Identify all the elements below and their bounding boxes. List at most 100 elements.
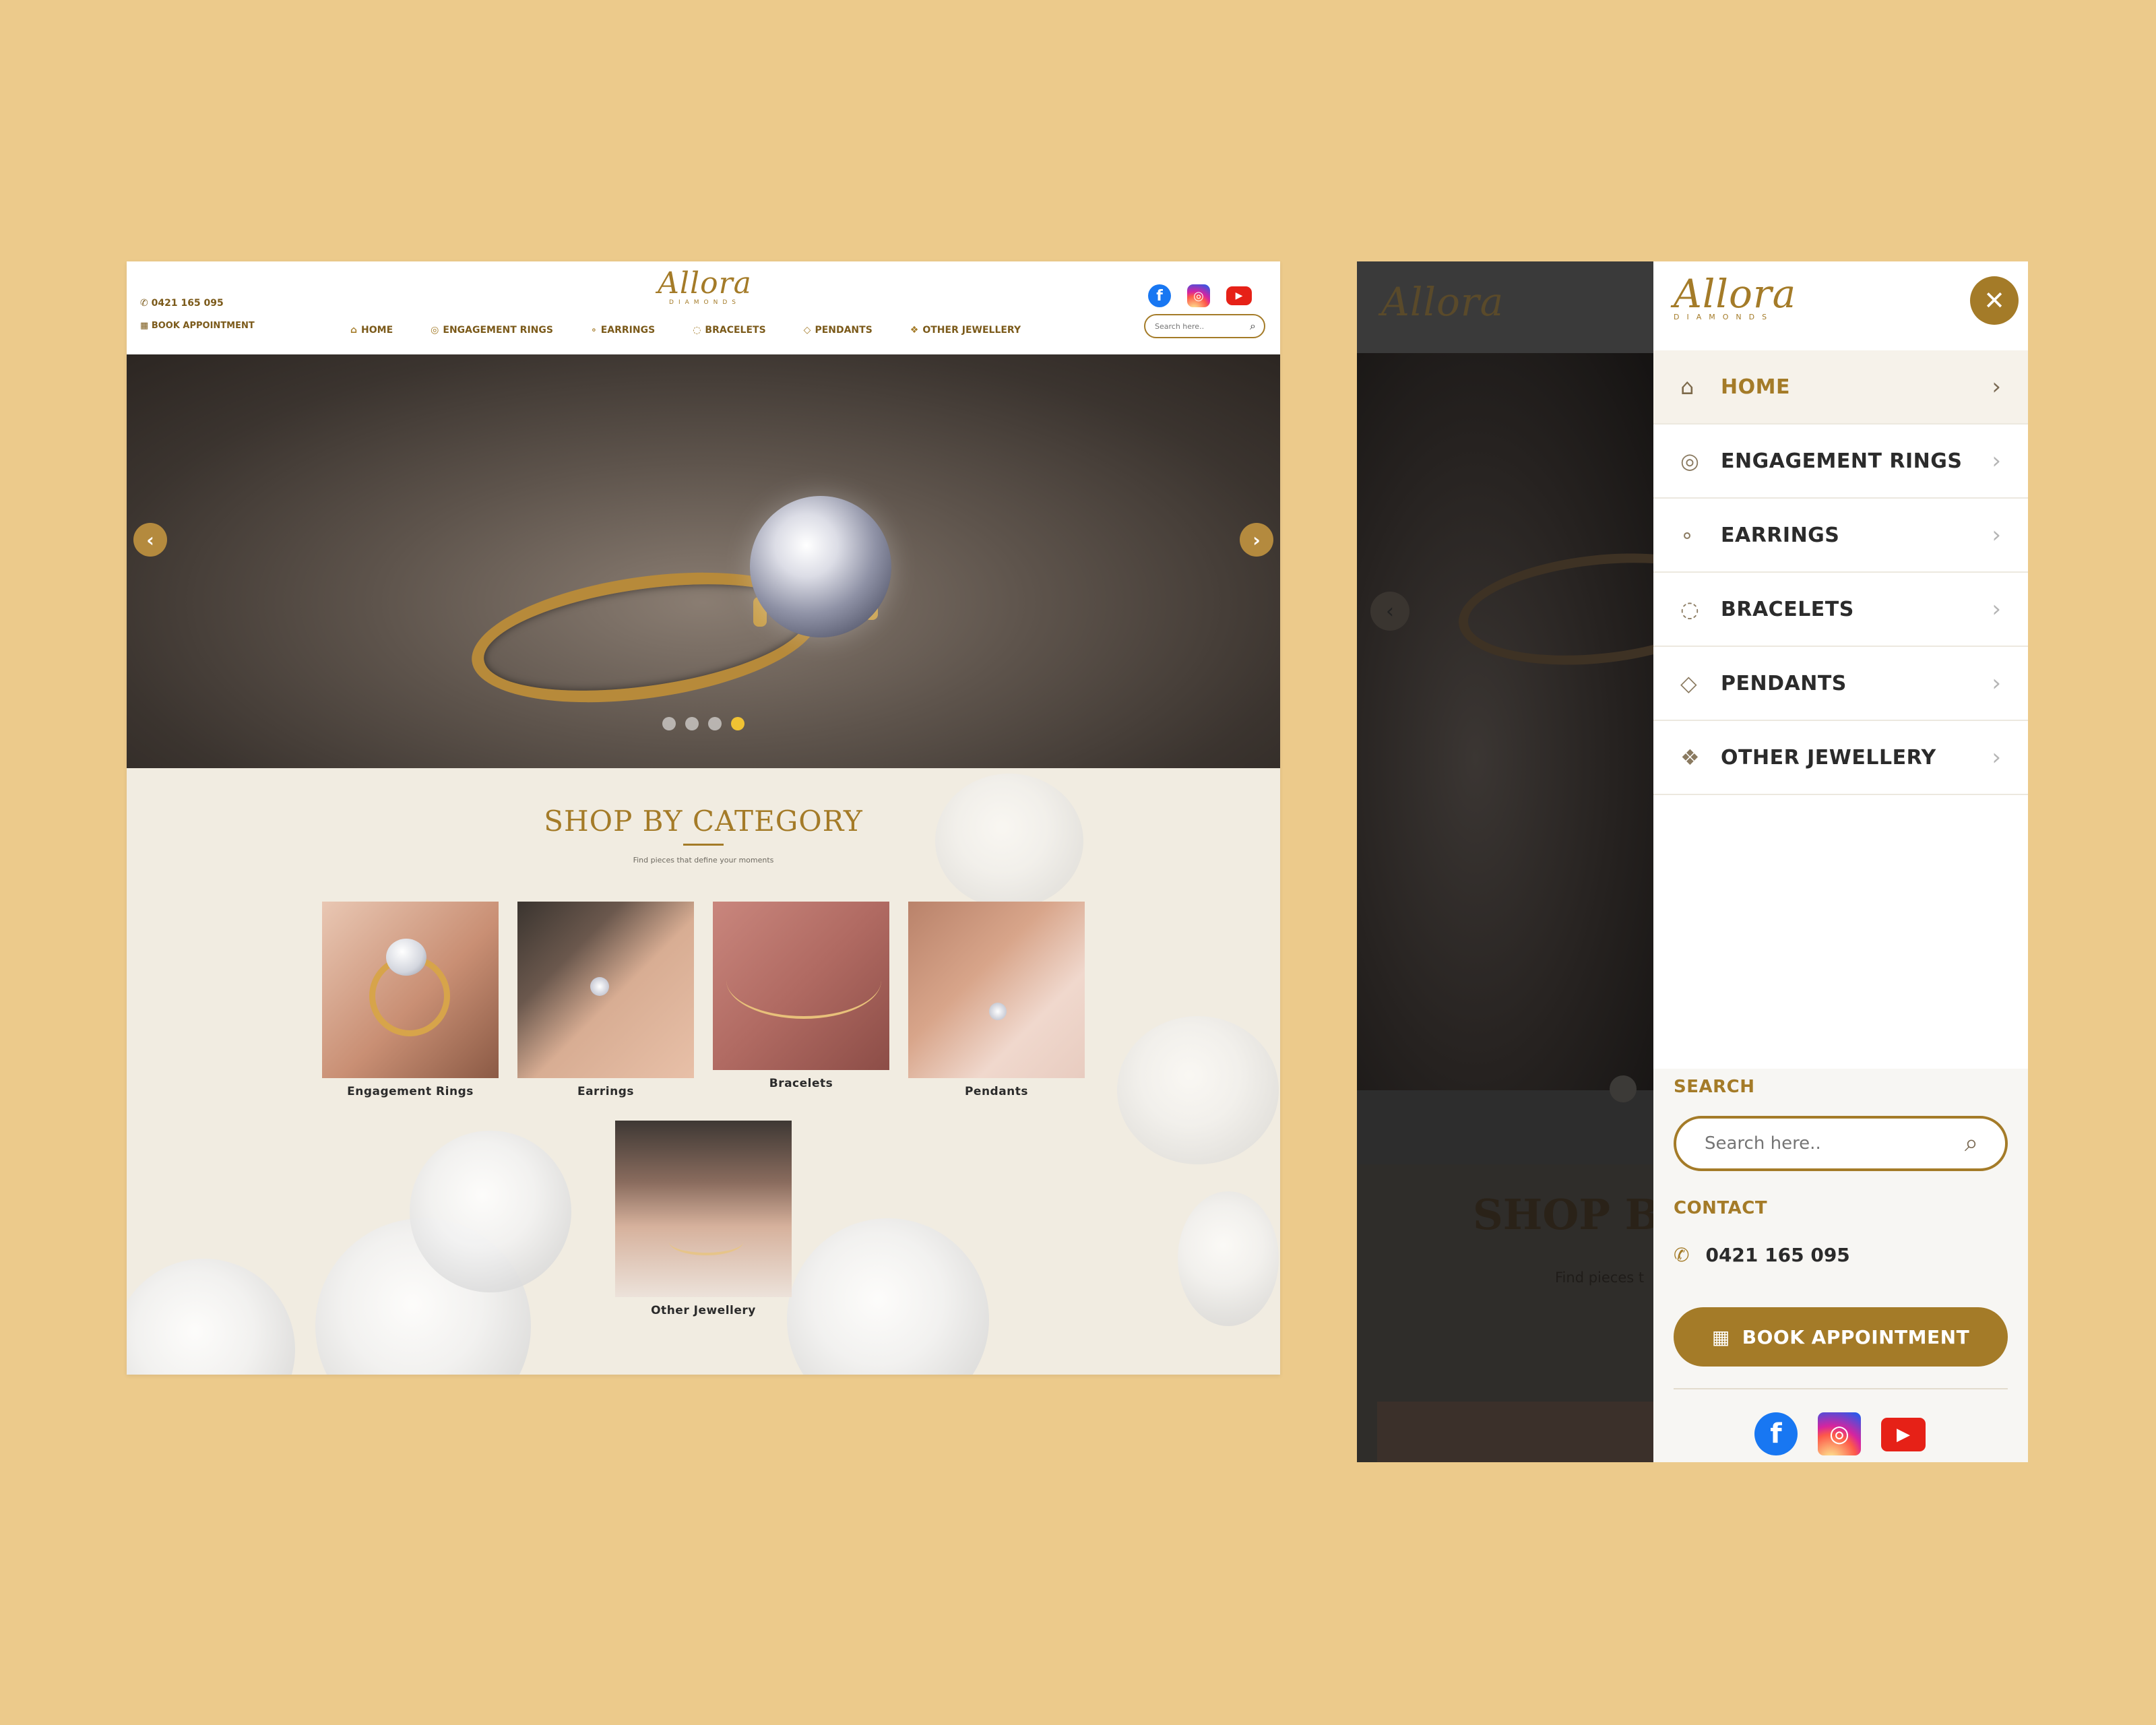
hero-pagination [662,717,744,730]
pendants-image [908,902,1085,1078]
chevron-right-icon: › [1992,744,2001,771]
facebook-icon[interactable]: f [1148,284,1171,307]
mobile-page-header: Allora [1357,261,1653,353]
category-card-other-jewellery[interactable]: Other Jewellery [615,1121,792,1317]
hero-next-button[interactable]: › [1240,523,1273,557]
mobile-menu-engagement-rings[interactable]: ◎ ENGAGEMENT RINGS › [1653,425,2028,499]
home-icon: ⌂ [1680,374,1694,400]
nav-home[interactable]: ⌂ HOME [350,322,393,338]
chevron-right-icon: › [1992,447,2001,474]
search-heading: SEARCH [1674,1077,1755,1097]
mobile-mockup: Allora ‹ SHOP BY Find pieces t Allora DI… [1357,261,2028,1462]
slide-dot[interactable] [685,717,699,730]
mobile-menu-home[interactable]: ⌂ HOME › [1653,350,2028,425]
chevron-right-icon: › [1992,596,2001,623]
slide-dot-active[interactable] [731,717,744,730]
site-logo[interactable]: Allora DIAMONDS [644,268,765,309]
bracelet-chain [726,942,881,1019]
mobile-menu-bracelets[interactable]: ◌ BRACELETS › [1653,573,2028,647]
hero-slider: ‹ › [127,354,1280,768]
dim-category-subtitle: Find pieces t [1555,1269,1645,1286]
decor-diamond [1117,1016,1279,1164]
chevron-right-icon: › [1253,528,1261,551]
search-icon[interactable]: ⌕ [1250,319,1256,333]
main-nav: ⌂ HOME ◎ ENGAGEMENT RINGS ∘ EARRINGS ◌ BRACE… [350,322,1058,338]
header-book-appointment[interactable]: ▦ BOOK APPOINTMENT [140,321,255,331]
mobile-phone-link[interactable]: ✆ 0421 165 095 [1674,1244,1850,1266]
mobile-page-behind-overlay: Allora ‹ SHOP BY Find pieces t [1357,261,1746,1462]
nav-bracelets[interactable]: ◌ BRACELETS [693,322,765,338]
mobile-social-links: f ◎ ▶ [1754,1412,1926,1455]
category-subtitle: Find pieces that define your moments [633,856,774,865]
title-underline [683,844,724,846]
decor-diamond [127,1259,295,1375]
mobile-menu-list: ⌂ HOME › ◎ ENGAGEMENT RINGS › ∘ EARRINGS… [1653,350,2028,795]
youtube-icon[interactable]: ▶ [1226,286,1252,305]
facebook-icon[interactable]: f [1754,1412,1798,1455]
chevron-right-icon: › [1992,373,2001,400]
mobile-search: ⌕ [1674,1116,2008,1171]
slide-dot[interactable] [662,717,676,730]
earring-stud [590,977,609,996]
decor-diamond [935,774,1083,908]
pendant-icon: ◇ [803,325,811,336]
chevron-right-icon: › [1992,522,2001,548]
dim-prev-arrow: ‹ [1370,592,1409,631]
social-links: f ◎ ▶ [1148,284,1252,307]
site-header: ✆ 0421 165 095 ▦ BOOK APPOINTMENT Allora… [127,261,1280,354]
diamond-shape [386,939,426,976]
engagement-rings-image [322,902,499,1078]
book-appointment-button[interactable]: ▦ BOOK APPOINTMENT [1674,1307,2008,1367]
contact-heading: CONTACT [1674,1198,1768,1218]
dim-card [1377,1402,1660,1462]
bracelet-line [669,1228,743,1255]
nav-earrings[interactable]: ∘ EARRINGS [591,322,655,338]
earrings-icon: ∘ [1680,522,1694,548]
mobile-search-input[interactable] [1703,1133,1948,1154]
mobile-menu-earrings[interactable]: ∘ EARRINGS › [1653,499,2028,573]
youtube-icon[interactable]: ▶ [1881,1418,1926,1451]
other-jewellery-image [615,1121,792,1297]
phone-icon: ✆ [1674,1244,1690,1266]
hero-diamond [750,496,891,637]
nav-other-jewellery[interactable]: ❖ OTHER JEWELLERY [910,322,1021,338]
jewellery-icon: ❖ [910,325,919,336]
bracelet-icon: ◌ [693,325,701,336]
hero-prev-button[interactable]: ‹ [133,523,167,557]
calendar-icon: ▦ [1711,1325,1730,1348]
desktop-mockup: ✆ 0421 165 095 ▦ BOOK APPOINTMENT Allora… [127,261,1280,1375]
mobile-page-content: SHOP BY Find pieces t [1357,1164,1689,1462]
rings-icon: ◎ [431,325,439,336]
mobile-page-hero: ‹ [1357,353,1746,1102]
search-input[interactable] [1153,321,1237,332]
decor-diamond [1178,1191,1279,1326]
instagram-icon[interactable]: ◎ [1187,284,1210,307]
header-phone[interactable]: ✆ 0421 165 095 [140,298,224,309]
header-search: ⌕ [1144,314,1265,338]
jewellery-icon: ❖ [1680,745,1700,770]
nav-engagement-rings[interactable]: ◎ ENGAGEMENT RINGS [431,322,553,338]
category-card-engagement-rings[interactable]: Engagement Rings [322,902,499,1098]
divider [1674,1388,2008,1389]
mobile-menu-other-jewellery[interactable]: ❖ OTHER JEWELLERY › [1653,721,2028,795]
mobile-menu-logo[interactable]: Allora DIAMONDS [1674,274,1796,321]
earrings-icon: ∘ [590,325,597,336]
chevron-right-icon: › [1992,670,2001,697]
close-menu-button[interactable]: ✕ [1970,276,2019,325]
nav-pendants[interactable]: ◇ PENDANTS [804,322,873,338]
mobile-menu-pendants[interactable]: ◇ PENDANTS › [1653,647,2028,721]
search-icon[interactable]: ⌕ [1965,1129,1978,1158]
mobile-page-logo: Allora [1381,279,1504,325]
category-card-bracelets[interactable]: Bracelets [713,902,889,1090]
decor-diamond [410,1131,571,1292]
bracelet-icon: ◌ [1680,596,1699,622]
pendant-icon: ◇ [1680,670,1697,696]
calendar-icon: ▦ [140,321,152,331]
instagram-icon[interactable]: ◎ [1818,1412,1861,1455]
chevron-left-icon: ‹ [146,528,154,551]
dim-slide-dot [1610,1075,1637,1102]
category-title: SHOP BY CATEGORY [544,805,863,838]
category-card-earrings[interactable]: Earrings [517,902,694,1098]
category-card-pendants[interactable]: Pendants [908,902,1085,1098]
slide-dot[interactable] [708,717,722,730]
